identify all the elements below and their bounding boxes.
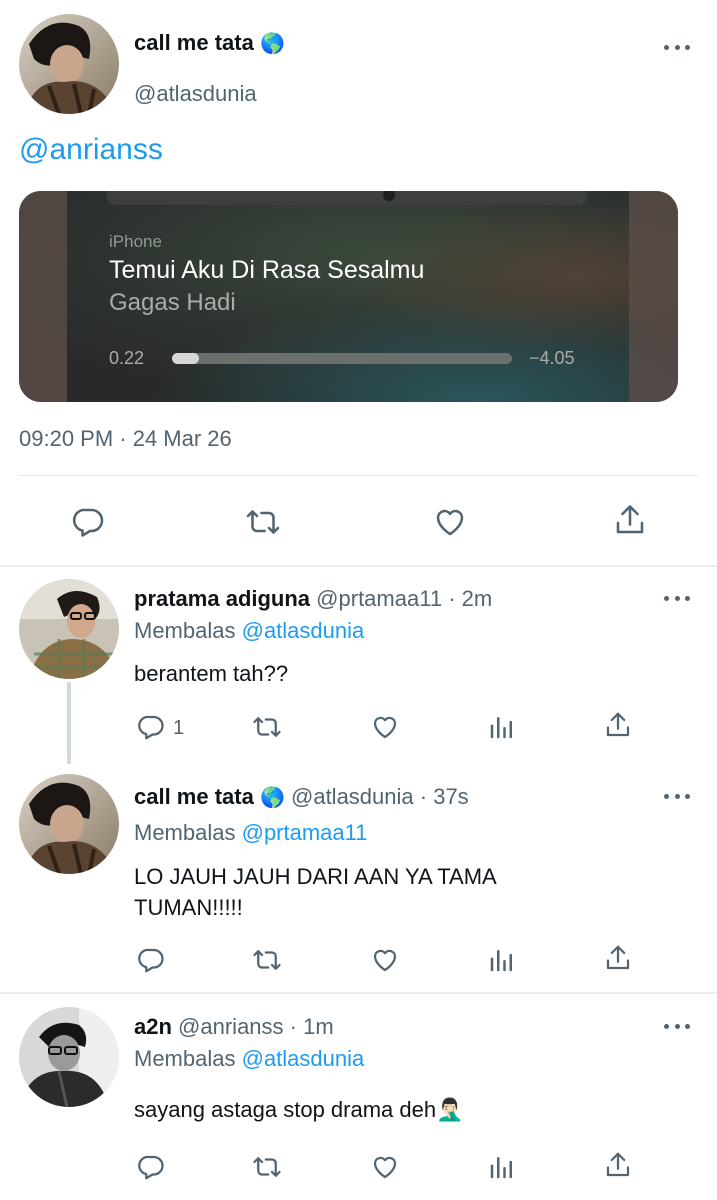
media-device-label: iPhone (109, 232, 162, 251)
retweet-icon[interactable] (252, 1152, 282, 1182)
share-icon[interactable] (603, 943, 633, 973)
replying-to-handle[interactable]: @prtamaa11 (242, 820, 368, 845)
media-card[interactable]: iPhone Temui Aku Di Rasa Sesalmu Gagas H… (19, 191, 678, 402)
reply-handle[interactable]: @prtamaa11 (316, 586, 442, 611)
section-divider (0, 565, 717, 567)
share-icon[interactable] (603, 1150, 633, 1180)
replying-to: Membalas @atlasdunia (134, 1046, 364, 1072)
globe-badge-icon: 🌎 (259, 787, 285, 809)
reply-count: 1 (173, 717, 185, 739)
reply-text: sayang astaga stop drama deh🤦🏻‍♂️ (134, 1097, 464, 1122)
reply-icon[interactable] (69, 504, 105, 540)
reply-display-name[interactable]: a2n (134, 1014, 172, 1039)
tweet-mention[interactable]: @anrianss (19, 133, 163, 167)
author-display-name[interactable]: call me tata (134, 30, 254, 55)
reply-icon[interactable] (135, 945, 165, 975)
reply-text-line-1: LO JAUH JAUH DARI AAN YA TAMA (134, 864, 497, 889)
media-artist: Gagas Hadi (109, 289, 236, 316)
reply-icon[interactable] (135, 1152, 165, 1182)
more-options-icon[interactable] (664, 1021, 690, 1031)
tweet-timestamp[interactable]: 09:20 PM · 24 Mar 26 (19, 426, 232, 452)
replying-to-handle[interactable]: @atlasdunia (242, 1046, 365, 1071)
author-handle[interactable]: @atlasdunia (134, 81, 257, 107)
replying-label: Membalas (134, 820, 236, 845)
timestamp-divider (19, 475, 698, 476)
reply-display-name[interactable]: pratama adiguna (134, 586, 310, 611)
reply-handle[interactable]: @anrianss (178, 1014, 284, 1039)
replying-to: Membalas @atlasdunia (134, 618, 364, 644)
like-icon[interactable] (369, 712, 401, 742)
globe-badge-icon: 🌎 (259, 33, 285, 55)
media-remaining: −4.05 (529, 348, 575, 368)
like-icon[interactable] (369, 1152, 401, 1182)
author-name-row: call me tata 🌎 (134, 30, 285, 56)
reply-header: call me tata 🌎 @atlasdunia · 37s (134, 784, 469, 810)
media-progress-track[interactable] (172, 353, 512, 364)
reply-icon[interactable] (135, 712, 165, 742)
reply-time[interactable]: · 2m (448, 586, 492, 611)
retweet-icon[interactable] (252, 712, 282, 742)
media-elapsed: 0.22 (109, 348, 145, 368)
more-options-icon[interactable] (664, 593, 690, 603)
reply-handle[interactable]: @atlasdunia (291, 784, 414, 809)
avatar-pratama[interactable] (19, 579, 119, 679)
avatar-a2n[interactable] (19, 1007, 119, 1107)
more-options-icon[interactable] (664, 42, 690, 52)
reply-text: berantem tah?? (134, 661, 289, 686)
share-icon[interactable] (603, 710, 633, 740)
analytics-icon[interactable] (487, 712, 517, 742)
like-icon[interactable] (431, 504, 469, 540)
section-divider (0, 992, 717, 994)
avatar-tata[interactable] (19, 774, 119, 874)
replying-label: Membalas (134, 618, 236, 643)
reply-time[interactable]: · 37s (420, 784, 469, 809)
reply-display-name[interactable]: call me tata (134, 784, 254, 809)
replying-label: Membalas (134, 1046, 236, 1071)
retweet-icon[interactable] (245, 504, 281, 540)
reply-header: a2n @anrianss · 1m (134, 1014, 334, 1040)
reply-header: pratama adiguna @prtamaa11 · 2m (134, 586, 492, 612)
thread-line (67, 682, 71, 764)
replying-to-handle[interactable]: @atlasdunia (242, 618, 365, 643)
retweet-icon[interactable] (252, 945, 282, 975)
reply-text-line-2: TUMAN!!!!! (134, 895, 243, 920)
analytics-icon[interactable] (487, 945, 517, 975)
media-progress-fill (172, 353, 199, 364)
avatar-tata[interactable] (19, 14, 119, 114)
reply-time[interactable]: · 1m (290, 1014, 334, 1039)
share-icon[interactable] (612, 502, 648, 538)
media-song-title: Temui Aku Di Rasa Sesalmu (109, 256, 425, 284)
more-options-icon[interactable] (664, 791, 690, 801)
analytics-icon[interactable] (487, 1152, 517, 1182)
replying-to: Membalas @prtamaa11 (134, 820, 368, 846)
like-icon[interactable] (369, 945, 401, 975)
